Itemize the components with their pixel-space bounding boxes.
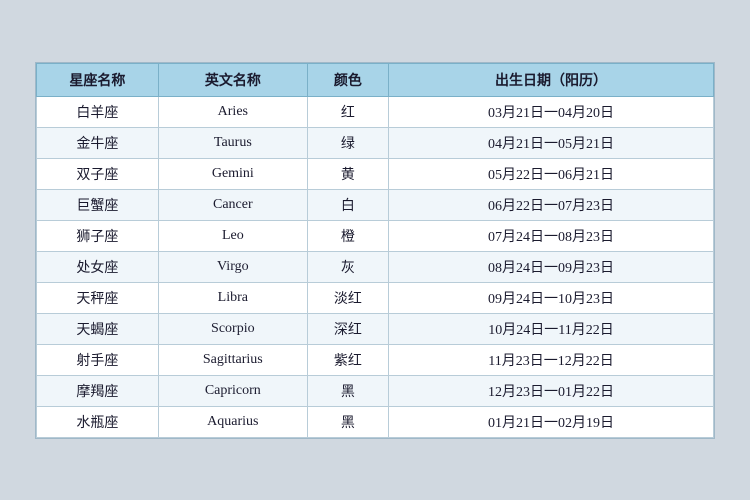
cell-zh-name: 天蝎座 xyxy=(37,313,159,344)
cell-zh-name: 狮子座 xyxy=(37,220,159,251)
cell-en-name: Sagittarius xyxy=(158,344,307,375)
cell-color: 黑 xyxy=(307,406,388,437)
header-date: 出生日期（阳历） xyxy=(389,63,714,96)
cell-date: 04月21日一05月21日 xyxy=(389,127,714,158)
table-header-row: 星座名称 英文名称 颜色 出生日期（阳历） xyxy=(37,63,714,96)
cell-zh-name: 水瓶座 xyxy=(37,406,159,437)
header-color: 颜色 xyxy=(307,63,388,96)
table-row: 射手座Sagittarius紫红11月23日一12月22日 xyxy=(37,344,714,375)
cell-date: 12月23日一01月22日 xyxy=(389,375,714,406)
table-row: 天蝎座Scorpio深红10月24日一11月22日 xyxy=(37,313,714,344)
cell-zh-name: 天秤座 xyxy=(37,282,159,313)
table-row: 水瓶座Aquarius黑01月21日一02月19日 xyxy=(37,406,714,437)
cell-color: 白 xyxy=(307,189,388,220)
cell-color: 灰 xyxy=(307,251,388,282)
cell-zh-name: 处女座 xyxy=(37,251,159,282)
header-en-name: 英文名称 xyxy=(158,63,307,96)
cell-zh-name: 射手座 xyxy=(37,344,159,375)
table-row: 金牛座Taurus绿04月21日一05月21日 xyxy=(37,127,714,158)
cell-en-name: Leo xyxy=(158,220,307,251)
table-row: 处女座Virgo灰08月24日一09月23日 xyxy=(37,251,714,282)
cell-en-name: Gemini xyxy=(158,158,307,189)
table-row: 双子座Gemini黄05月22日一06月21日 xyxy=(37,158,714,189)
cell-date: 10月24日一11月22日 xyxy=(389,313,714,344)
cell-date: 06月22日一07月23日 xyxy=(389,189,714,220)
cell-zh-name: 双子座 xyxy=(37,158,159,189)
cell-date: 09月24日一10月23日 xyxy=(389,282,714,313)
table-row: 白羊座Aries红03月21日一04月20日 xyxy=(37,96,714,127)
zodiac-table: 星座名称 英文名称 颜色 出生日期（阳历） 白羊座Aries红03月21日一04… xyxy=(36,63,714,438)
cell-color: 深红 xyxy=(307,313,388,344)
cell-en-name: Aquarius xyxy=(158,406,307,437)
cell-color: 绿 xyxy=(307,127,388,158)
cell-color: 橙 xyxy=(307,220,388,251)
cell-date: 01月21日一02月19日 xyxy=(389,406,714,437)
table-row: 摩羯座Capricorn黑12月23日一01月22日 xyxy=(37,375,714,406)
cell-en-name: Libra xyxy=(158,282,307,313)
cell-zh-name: 摩羯座 xyxy=(37,375,159,406)
cell-date: 05月22日一06月21日 xyxy=(389,158,714,189)
cell-date: 11月23日一12月22日 xyxy=(389,344,714,375)
cell-en-name: Taurus xyxy=(158,127,307,158)
cell-color: 紫红 xyxy=(307,344,388,375)
cell-en-name: Capricorn xyxy=(158,375,307,406)
cell-date: 03月21日一04月20日 xyxy=(389,96,714,127)
table-row: 天秤座Libra淡红09月24日一10月23日 xyxy=(37,282,714,313)
zodiac-table-container: 星座名称 英文名称 颜色 出生日期（阳历） 白羊座Aries红03月21日一04… xyxy=(35,62,715,439)
header-zh-name: 星座名称 xyxy=(37,63,159,96)
cell-color: 黄 xyxy=(307,158,388,189)
cell-en-name: Cancer xyxy=(158,189,307,220)
cell-zh-name: 巨蟹座 xyxy=(37,189,159,220)
table-row: 狮子座Leo橙07月24日一08月23日 xyxy=(37,220,714,251)
cell-en-name: Aries xyxy=(158,96,307,127)
cell-color: 红 xyxy=(307,96,388,127)
cell-zh-name: 金牛座 xyxy=(37,127,159,158)
cell-en-name: Virgo xyxy=(158,251,307,282)
cell-color: 淡红 xyxy=(307,282,388,313)
cell-date: 07月24日一08月23日 xyxy=(389,220,714,251)
cell-date: 08月24日一09月23日 xyxy=(389,251,714,282)
cell-en-name: Scorpio xyxy=(158,313,307,344)
cell-zh-name: 白羊座 xyxy=(37,96,159,127)
cell-color: 黑 xyxy=(307,375,388,406)
table-row: 巨蟹座Cancer白06月22日一07月23日 xyxy=(37,189,714,220)
